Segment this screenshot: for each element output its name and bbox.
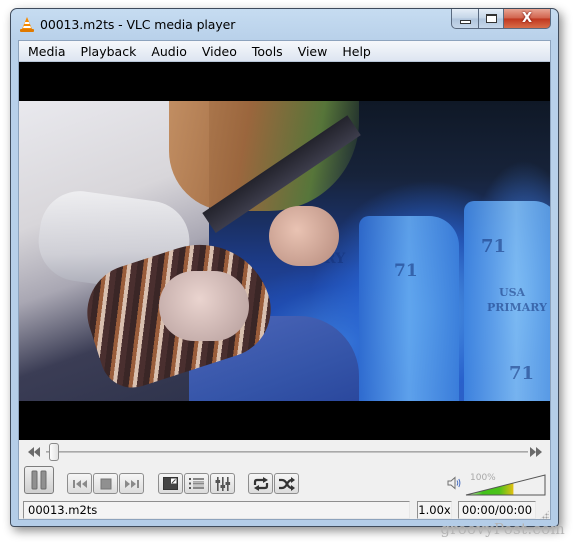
status-bar: 00013.m2ts 1.00x 00:00/00:00	[19, 500, 550, 521]
title-bar[interactable]: 00013.m2ts - VLC media player X	[11, 9, 558, 40]
playback-speed[interactable]: 1.00x	[417, 501, 452, 519]
seek-slider[interactable]	[46, 451, 528, 453]
vlc-window: 00013.m2ts - VLC media player X Media Pl…	[10, 8, 559, 527]
pause-button[interactable]	[24, 466, 54, 494]
loop-icon	[253, 476, 268, 491]
stop-icon	[100, 478, 111, 489]
fullscreen-icon	[163, 477, 178, 490]
next-button[interactable]	[119, 473, 144, 494]
strumming-hand	[159, 271, 249, 341]
vlc-cone-icon	[20, 17, 34, 32]
amp-label: 71	[481, 236, 507, 257]
window-title: 00013.m2ts - VLC media player	[40, 17, 236, 32]
amp-label: 71	[394, 261, 418, 281]
status-filename: 00013.m2ts	[23, 501, 410, 519]
resize-grip[interactable]	[539, 510, 549, 520]
client-area: Media Playback Audio Video Tools View He…	[18, 40, 551, 520]
minimize-icon	[459, 19, 471, 24]
menu-audio[interactable]: Audio	[144, 42, 194, 61]
amp-label: USA	[499, 286, 526, 299]
loop-button[interactable]	[248, 473, 273, 494]
close-button[interactable]: X	[504, 9, 551, 29]
stage-amp-left	[359, 216, 459, 401]
next-icon	[124, 479, 139, 488]
previous-icon	[72, 479, 87, 488]
seek-handle[interactable]	[49, 443, 59, 461]
menu-media[interactable]: Media	[21, 42, 73, 61]
stop-button[interactable]	[93, 473, 118, 494]
playlist-icon	[188, 478, 204, 489]
video-output[interactable]: 71 71 USA PRIMARY 71 RY	[19, 62, 550, 440]
menu-bar: Media Playback Audio Video Tools View He…	[19, 41, 550, 62]
menu-playback[interactable]: Playback	[74, 42, 144, 61]
controls-panel: 100%	[19, 440, 550, 500]
shuffle-icon	[278, 476, 295, 491]
menu-tools[interactable]: Tools	[245, 42, 290, 61]
close-icon: X	[521, 11, 533, 26]
time-display[interactable]: 00:00/00:00	[458, 501, 536, 519]
amp-label: 71	[509, 363, 535, 384]
window-controls: X	[451, 9, 551, 29]
pause-icon	[31, 470, 47, 490]
seek-forward-icon[interactable]	[528, 447, 544, 457]
equalizer-icon	[215, 476, 230, 491]
menu-view[interactable]: View	[291, 42, 335, 61]
maximize-icon	[485, 14, 497, 23]
seek-backward-icon[interactable]	[26, 447, 42, 457]
extended-settings-button[interactable]	[210, 473, 235, 494]
fretting-hand	[269, 206, 339, 266]
fullscreen-button[interactable]	[158, 473, 183, 494]
amp-label: PRIMARY	[487, 301, 547, 314]
previous-button[interactable]	[67, 473, 92, 494]
volume-percent: 100%	[470, 473, 496, 483]
menu-help[interactable]: Help	[335, 42, 378, 61]
playlist-button[interactable]	[184, 473, 209, 494]
menu-video[interactable]: Video	[195, 42, 244, 61]
speaker-icon[interactable]	[447, 476, 461, 490]
maximize-button[interactable]	[478, 9, 504, 29]
video-frame: 71 71 USA PRIMARY 71 RY	[19, 101, 550, 401]
watermark: groovyPost.com	[440, 520, 565, 538]
minimize-button[interactable]	[451, 9, 478, 29]
random-button[interactable]	[274, 473, 299, 494]
